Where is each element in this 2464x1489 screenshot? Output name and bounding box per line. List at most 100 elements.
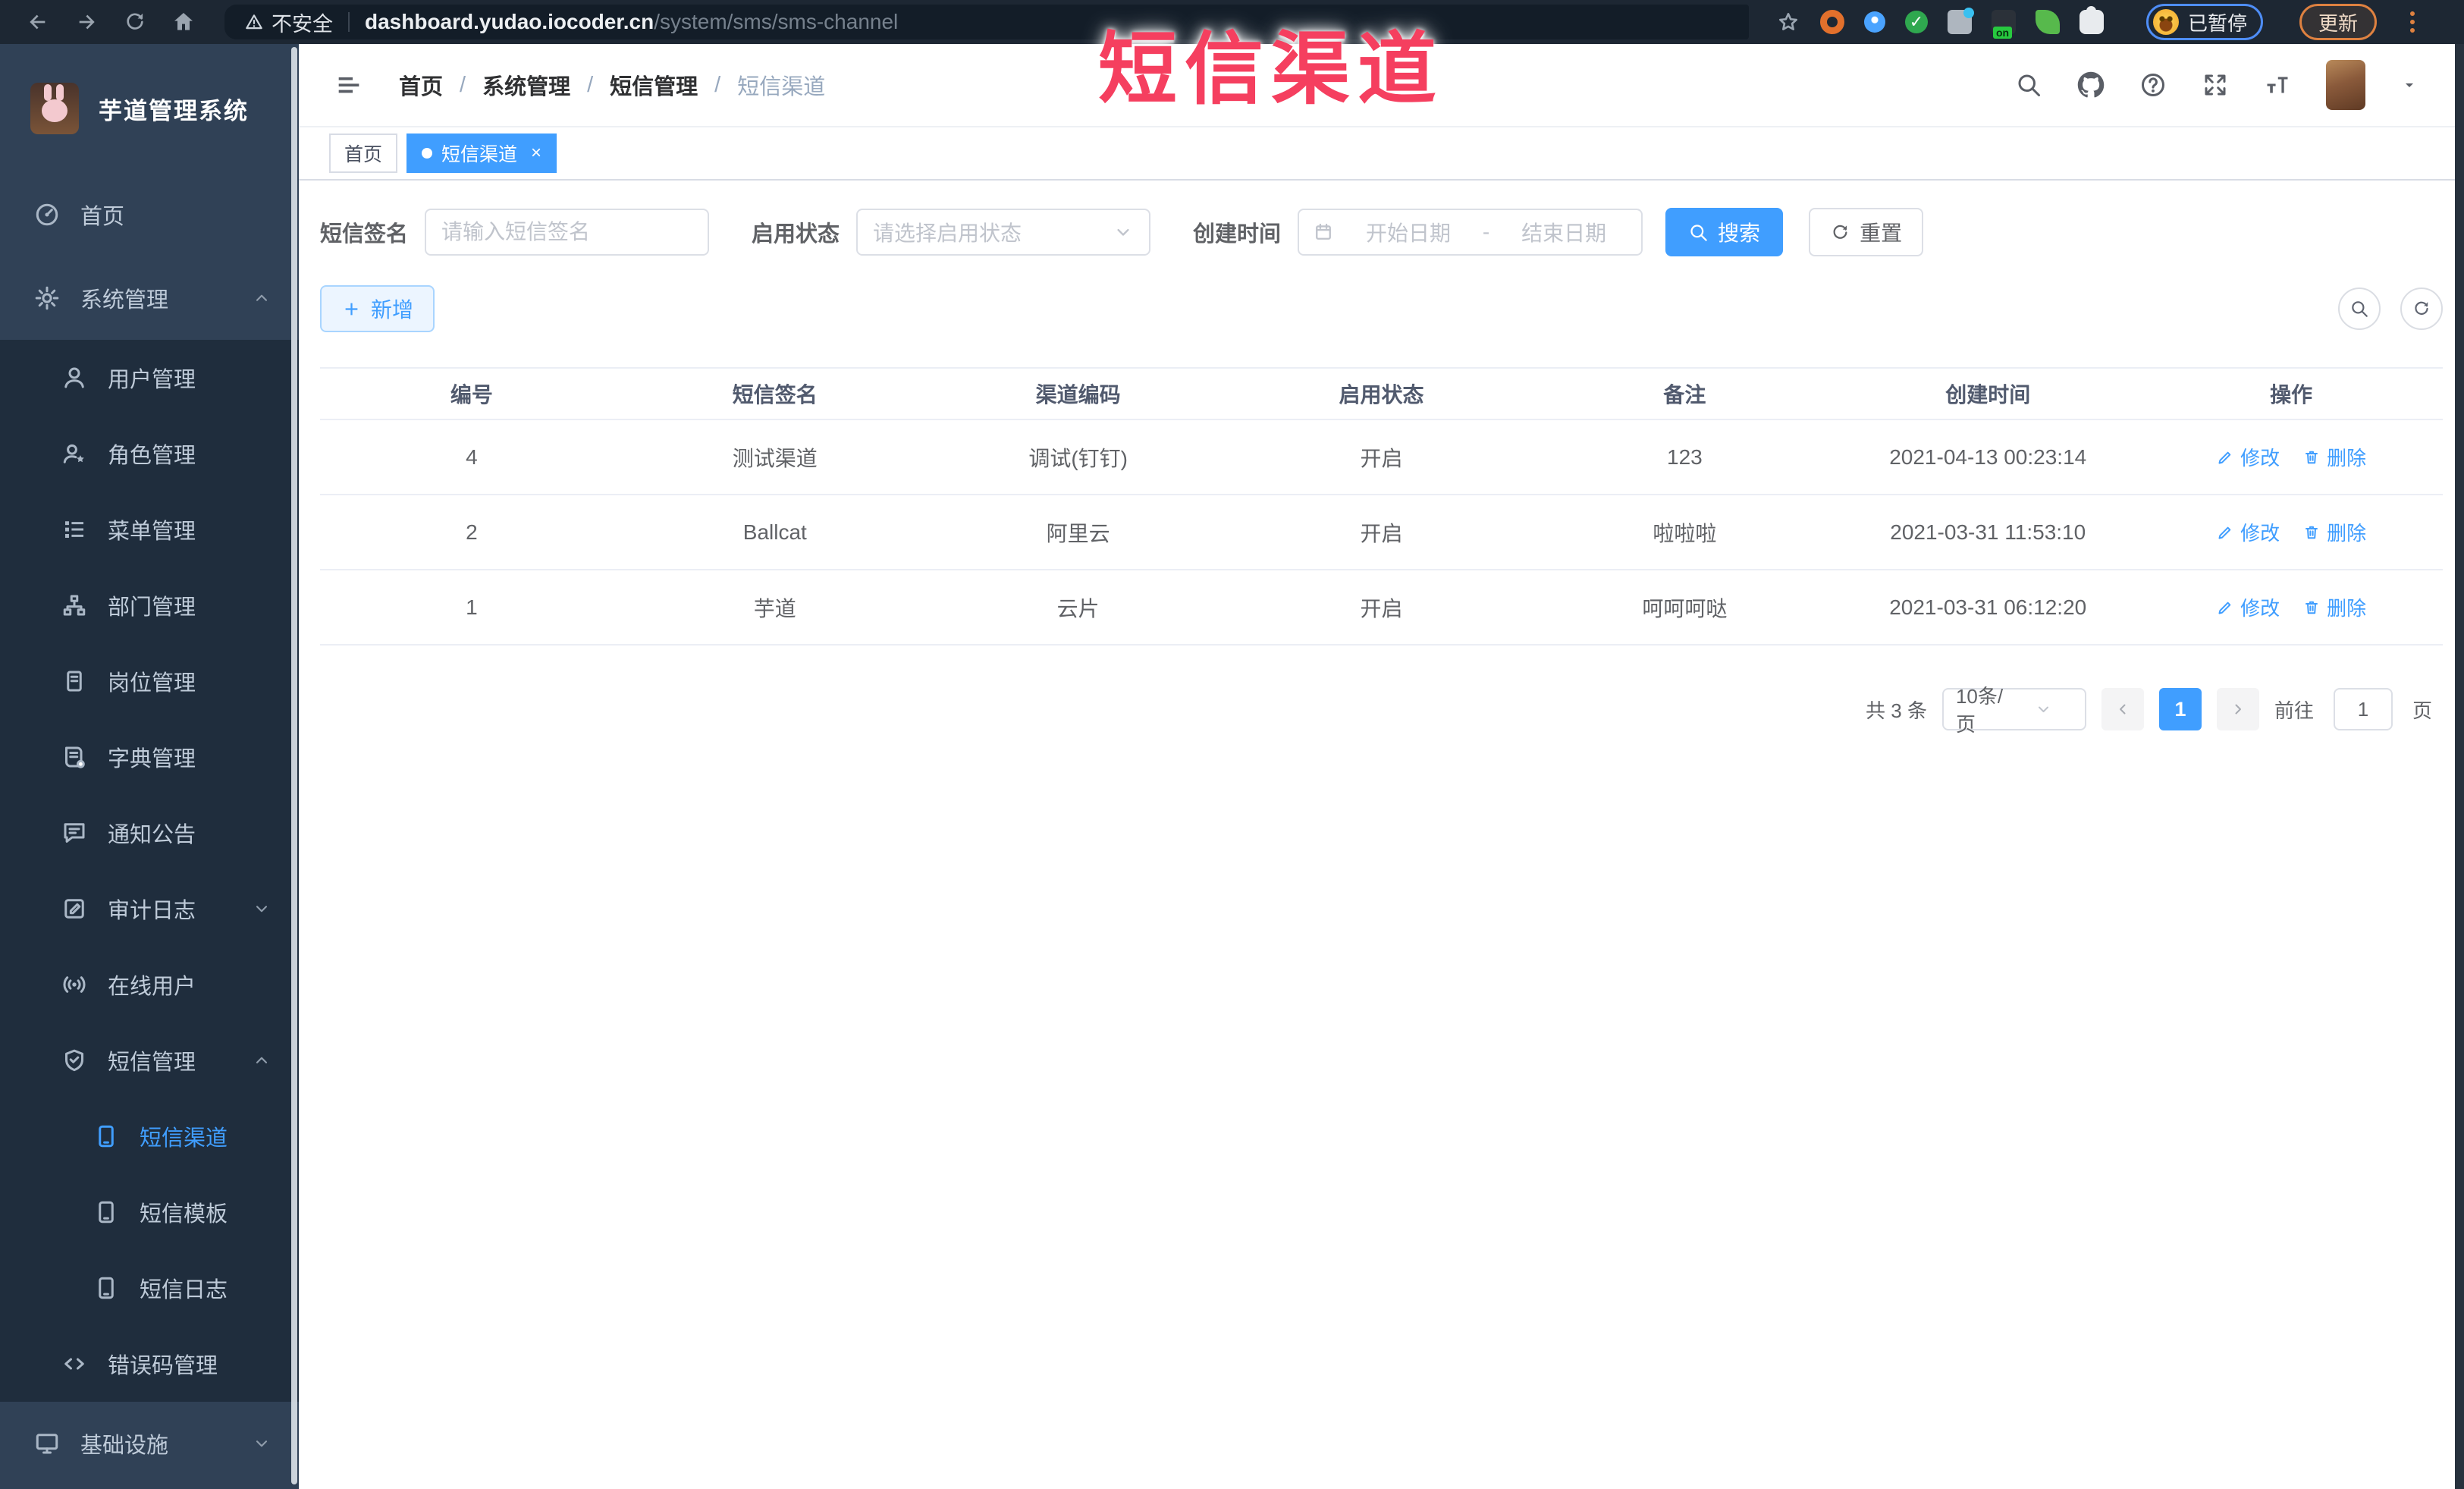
- tab-home[interactable]: 首页: [329, 134, 398, 173]
- refresh-table-button[interactable]: [2400, 287, 2443, 330]
- sidebar-scrollbar[interactable]: [291, 47, 297, 1484]
- green-on-badge-extension-icon[interactable]: [1992, 10, 2016, 39]
- prev-page-button[interactable]: [2101, 688, 2144, 730]
- sidebar-logo-row[interactable]: 芋道管理系统: [0, 44, 299, 173]
- user-avatar[interactable]: [2326, 60, 2365, 110]
- sidebar-item-sms-management[interactable]: 短信管理: [0, 1023, 299, 1098]
- sidebar-item-dept-management[interactable]: 部门管理: [0, 567, 299, 643]
- browser-update-button[interactable]: 更新: [2299, 4, 2378, 40]
- search-icon: [1688, 222, 1709, 243]
- forward-arrow-icon[interactable]: [74, 10, 99, 34]
- window-scrollbar[interactable]: [2455, 44, 2464, 1489]
- hamburger-icon[interactable]: [334, 70, 364, 100]
- browser-extensions: ✓ 已暂停 更新: [1776, 4, 2415, 40]
- sidebar-item-sms-log[interactable]: 短信日志: [0, 1250, 299, 1326]
- edit-icon: [2216, 448, 2234, 466]
- announcement-icon: [61, 819, 88, 847]
- breadcrumb-home[interactable]: 首页: [399, 69, 443, 101]
- code-icon: [61, 1350, 88, 1377]
- chevron-up-icon: [252, 1051, 272, 1070]
- total-count: 共 3 条: [1866, 699, 1927, 722]
- sidebar-item-sms-template[interactable]: 短信模板: [0, 1174, 299, 1250]
- sidebar-item-system-management[interactable]: 系统管理: [0, 256, 299, 340]
- plus-icon: [341, 299, 362, 319]
- font-size-icon[interactable]: [2264, 71, 2291, 99]
- sidebar-item-notice[interactable]: 通知公告: [0, 795, 299, 871]
- breadcrumb-system[interactable]: 系统管理: [482, 69, 570, 101]
- goto-page-input[interactable]: [2333, 688, 2393, 730]
- next-page-button[interactable]: [2216, 688, 2259, 730]
- page-size-select[interactable]: 10条/页: [1941, 685, 2086, 736]
- sidebar-item-online-users[interactable]: 在线用户: [0, 947, 299, 1023]
- breadcrumb-separator: /: [714, 72, 721, 97]
- fullscreen-icon[interactable]: [2202, 71, 2229, 99]
- edit-link[interactable]: 修改: [2216, 443, 2280, 471]
- profile-paused-badge[interactable]: 已暂停: [2146, 4, 2264, 40]
- sidebar-item-home[interactable]: 首页: [0, 173, 299, 256]
- browser-menu-icon[interactable]: [2410, 11, 2415, 33]
- status-select[interactable]: 请选择启用状态: [856, 209, 1151, 256]
- reload-icon[interactable]: [123, 10, 147, 34]
- address-bar[interactable]: 不安全 dashboard.yudao.iocoder.cn/system/sm…: [224, 5, 1749, 39]
- sidebar-item-sms-channel[interactable]: 短信渠道: [0, 1098, 299, 1174]
- date-range-picker[interactable]: 开始日期 - 结束日期: [1298, 209, 1643, 256]
- add-button[interactable]: 新增: [320, 285, 435, 332]
- audit-log-icon: [61, 895, 88, 922]
- sms-shield-icon: [61, 1047, 88, 1074]
- search-form: 短信签名 启用状态 请选择启用状态 创建时间 开始日期 - 结束日期: [320, 208, 2443, 256]
- bookmark-star-icon[interactable]: [1776, 10, 1800, 34]
- close-tab-icon[interactable]: ×: [531, 143, 541, 164]
- reset-button[interactable]: 重置: [1809, 208, 1924, 256]
- paused-label: 已暂停: [2188, 11, 2248, 35]
- col-status: 启用状态: [1339, 383, 1424, 407]
- puzzle-extensions-icon[interactable]: [2079, 6, 2104, 34]
- home-icon[interactable]: [171, 10, 196, 34]
- grid-blue-dot-extension-icon[interactable]: [1948, 8, 1974, 34]
- edit-link[interactable]: 修改: [2216, 518, 2280, 546]
- security-warning-label[interactable]: 不安全: [272, 8, 333, 37]
- help-icon[interactable]: [2139, 71, 2167, 99]
- browser-chrome: 不安全 dashboard.yudao.iocoder.cn/system/sm…: [0, 0, 2464, 44]
- sidebar-item-post-management[interactable]: 岗位管理: [0, 643, 299, 719]
- search-button[interactable]: 搜索: [1665, 208, 1784, 256]
- dictionary-icon: [61, 743, 88, 771]
- sidebar-item-dict-management[interactable]: 字典管理: [0, 719, 299, 795]
- delete-link[interactable]: 删除: [2302, 593, 2366, 621]
- calendar-icon: [1313, 221, 1334, 243]
- col-sign: 短信签名: [732, 383, 818, 407]
- url-text[interactable]: dashboard.yudao.iocoder.cn/system/sms/sm…: [365, 10, 898, 34]
- search-icon: [2349, 299, 2369, 319]
- delete-link[interactable]: 删除: [2302, 443, 2366, 471]
- sidebar: 芋道管理系统 首页 系统管理 用户管理 角色管理 菜单管理 部门管理 岗位管理 …: [0, 44, 299, 1489]
- pagination: 共 3 条 10条/页 1 前往 页: [320, 685, 2443, 736]
- system-submenu: 用户管理 角色管理 菜单管理 部门管理 岗位管理 字典管理 通知公告 审计日志 …: [0, 340, 299, 1402]
- caret-down-icon[interactable]: [2400, 76, 2418, 94]
- data-table: 编号 短信签名 渠道编码 启用状态 备注 创建时间 操作 4 测试渠道 调试(钉…: [320, 367, 2443, 646]
- green-check-extension-icon[interactable]: ✓: [1905, 11, 1928, 33]
- edit-link[interactable]: 修改: [2216, 593, 2280, 621]
- green-leaf-extension-icon[interactable]: [2036, 10, 2060, 34]
- breadcrumb-sms[interactable]: 短信管理: [610, 69, 698, 101]
- sidebar-item-role-management[interactable]: 角色管理: [0, 416, 299, 492]
- sidebar-item-error-code[interactable]: 错误码管理: [0, 1326, 299, 1402]
- table-row: 2 Ballcat 阿里云 开启 啦啦啦 2021-03-31 11:53:10…: [320, 495, 2443, 570]
- sign-input[interactable]: [425, 209, 710, 256]
- orange-ring-extension-icon[interactable]: [1820, 10, 1844, 34]
- page-number-1[interactable]: 1: [2158, 688, 2202, 730]
- tab-sms-channel[interactable]: 短信渠道 ×: [406, 134, 557, 173]
- end-date-placeholder[interactable]: 结束日期: [1500, 217, 1627, 247]
- page-content: 短信签名 启用状态 请选择启用状态 创建时间 开始日期 - 结束日期: [299, 181, 2464, 736]
- toggle-search-button[interactable]: [2338, 287, 2381, 330]
- sidebar-item-menu-management[interactable]: 菜单管理: [0, 492, 299, 567]
- sidebar-item-user-management[interactable]: 用户管理: [0, 340, 299, 416]
- sidebar-item-infrastructure[interactable]: 基础设施: [0, 1402, 299, 1485]
- start-date-placeholder[interactable]: 开始日期: [1345, 217, 1472, 247]
- active-tab-dot: [422, 148, 433, 159]
- back-arrow-icon[interactable]: [26, 10, 50, 34]
- delete-link[interactable]: 删除: [2302, 518, 2366, 546]
- search-icon[interactable]: [2015, 71, 2042, 99]
- blue-pin-extension-icon[interactable]: [1864, 11, 1885, 33]
- date-separator: -: [1482, 220, 1490, 243]
- github-icon[interactable]: [2077, 71, 2105, 99]
- sidebar-item-audit-log[interactable]: 审计日志: [0, 871, 299, 947]
